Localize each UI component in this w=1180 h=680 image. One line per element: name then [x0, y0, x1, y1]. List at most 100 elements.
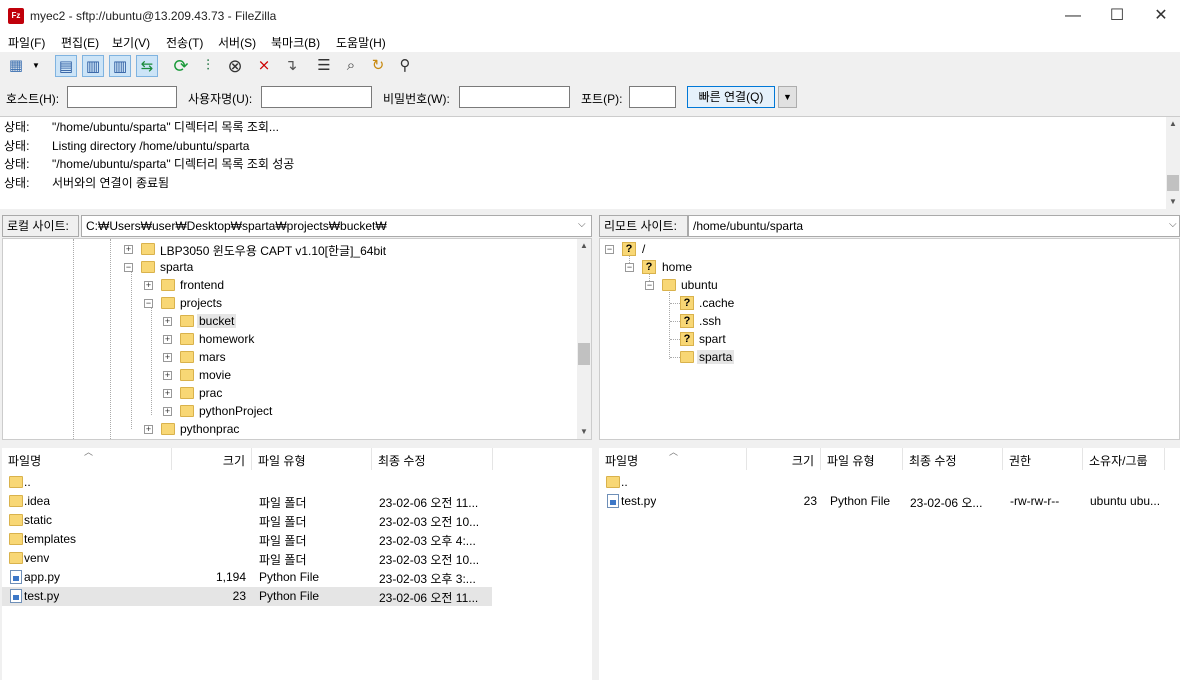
- dropdown-arrow-icon[interactable]: ▼: [30, 55, 42, 77]
- toggle-log-icon[interactable]: ▤: [55, 55, 77, 77]
- local-path-input[interactable]: C:₩Users₩user₩Desktop₩sparta₩projects₩bu…: [81, 215, 592, 237]
- column-header-size[interactable]: 크기: [172, 448, 252, 470]
- tree-item[interactable]: − sparta: [3, 258, 573, 276]
- password-input[interactable]: [459, 86, 570, 108]
- disconnect-icon[interactable]: ⨯: [253, 55, 275, 77]
- tree-item[interactable]: − ubuntu: [600, 276, 1160, 294]
- table-row[interactable]: venv 파일 폴더 23-02-03 오전 10...: [2, 549, 492, 568]
- tree-item[interactable]: + homework: [3, 330, 573, 348]
- reconnect-icon[interactable]: ↴: [280, 55, 302, 77]
- expand-icon[interactable]: +: [163, 407, 172, 416]
- unknown-folder-icon: ?: [642, 260, 656, 274]
- collapse-icon[interactable]: −: [144, 299, 153, 308]
- expand-icon[interactable]: +: [163, 371, 172, 380]
- cancel-icon[interactable]: ⊗: [224, 55, 246, 77]
- username-input[interactable]: [261, 86, 372, 108]
- collapse-icon[interactable]: −: [625, 263, 634, 272]
- column-header-modified[interactable]: 최종 수정: [372, 448, 493, 470]
- menu-server[interactable]: 서버(S): [218, 34, 256, 51]
- menu-transfer[interactable]: 전송(T): [166, 34, 203, 51]
- expand-icon[interactable]: +: [163, 317, 172, 326]
- tree-item[interactable]: + prac: [3, 384, 573, 402]
- refresh-icon[interactable]: ⟳: [170, 55, 192, 77]
- tree-item[interactable]: + LBP3050 윈도우용 CAPT v1.10[한글]_64bit: [3, 240, 573, 258]
- table-row[interactable]: app.py 1,194 Python File 23-02-03 오후 3:.…: [2, 568, 492, 587]
- column-header-permissions[interactable]: 권한: [1003, 448, 1083, 470]
- folder-icon: [662, 279, 676, 291]
- menu-file[interactable]: 파일(F): [8, 34, 45, 51]
- chevron-down-icon[interactable]: ⌵: [578, 219, 586, 230]
- menu-help[interactable]: 도움말(H): [336, 34, 386, 51]
- table-row[interactable]: ..: [2, 473, 492, 492]
- column-header-owner[interactable]: 소유자/그룹: [1083, 448, 1165, 470]
- scroll-thumb[interactable]: [578, 343, 590, 365]
- table-row[interactable]: .idea 파일 폴더 23-02-06 오전 11...: [2, 492, 492, 511]
- scroll-up-icon[interactable]: ▲: [1166, 117, 1180, 131]
- table-row[interactable]: templates 파일 폴더 23-02-03 오후 4:...: [2, 530, 492, 549]
- minimize-button[interactable]: —: [1050, 0, 1096, 32]
- menu-bookmarks[interactable]: 북마크(B): [271, 34, 320, 51]
- tree-item[interactable]: + pythonprac: [3, 420, 573, 438]
- site-manager-icon[interactable]: ▦: [5, 55, 27, 77]
- toggle-dir-comparison-icon[interactable]: ⌕: [340, 55, 362, 77]
- toggle-remote-tree-icon[interactable]: ▥: [109, 55, 131, 77]
- expand-icon[interactable]: +: [163, 353, 172, 362]
- expand-icon[interactable]: +: [163, 335, 172, 344]
- tree-item[interactable]: ? .ssh: [600, 312, 1160, 330]
- tree-item[interactable]: + mars: [3, 348, 573, 366]
- local-tree-scrollbar[interactable]: ▲ ▼: [577, 239, 591, 439]
- host-input[interactable]: [67, 86, 177, 108]
- tree-item[interactable]: ? .cache: [600, 294, 1160, 312]
- directory-listing-filter-icon[interactable]: ☰: [313, 55, 335, 77]
- tree-item[interactable]: ? spart: [600, 330, 1160, 348]
- toggle-local-tree-icon[interactable]: ▥: [82, 55, 104, 77]
- folder-icon: [161, 423, 175, 435]
- quickconnect-history-button[interactable]: ▼: [778, 86, 797, 108]
- toggle-queue-icon[interactable]: ⇆: [136, 55, 158, 77]
- log-line: 상태: "/home/ubuntu/sparta" 디렉터리 목록 조회 성공: [4, 157, 295, 171]
- tree-item[interactable]: sparta: [600, 348, 1160, 366]
- tree-item[interactable]: + pythonProject: [3, 402, 573, 420]
- scroll-down-icon[interactable]: ▼: [1166, 195, 1180, 209]
- quickconnect-button[interactable]: 빠른 연결(Q): [687, 86, 775, 108]
- collapse-icon[interactable]: −: [645, 281, 654, 290]
- menu-edit[interactable]: 편집(E): [61, 34, 99, 51]
- column-header-type[interactable]: 파일 유형: [821, 448, 903, 470]
- remote-path-input[interactable]: /home/ubuntu/sparta: [688, 215, 1180, 237]
- tree-item[interactable]: − ? /: [600, 240, 1160, 258]
- log-line: 상태: 서버와의 연결이 종료됨: [4, 176, 170, 190]
- tree-item[interactable]: + movie: [3, 366, 573, 384]
- tree-item[interactable]: − projects: [3, 294, 573, 312]
- process-queue-icon[interactable]: ⫶: [197, 55, 219, 77]
- sync-browsing-icon[interactable]: ↻: [367, 55, 389, 77]
- scroll-down-icon[interactable]: ▼: [577, 425, 591, 439]
- table-row[interactable]: static 파일 폴더 23-02-03 오전 10...: [2, 511, 492, 530]
- horizontal-splitter[interactable]: [0, 440, 1180, 448]
- expand-icon[interactable]: +: [144, 425, 153, 434]
- tree-item[interactable]: + bucket: [3, 312, 573, 330]
- tree-item[interactable]: + frontend: [3, 276, 573, 294]
- expand-icon[interactable]: +: [144, 281, 153, 290]
- scroll-up-icon[interactable]: ▲: [577, 239, 591, 253]
- collapse-icon[interactable]: −: [124, 263, 133, 272]
- search-icon[interactable]: ⚲: [394, 55, 416, 77]
- maximize-button[interactable]: ☐: [1094, 0, 1140, 32]
- chevron-down-icon[interactable]: ⌵: [1169, 219, 1177, 230]
- expand-icon[interactable]: +: [163, 389, 172, 398]
- column-header-modified[interactable]: 최종 수정: [903, 448, 1003, 470]
- menu-view[interactable]: 보기(V): [112, 34, 150, 51]
- log-line: 상태: Listing directory /home/ubuntu/sparta: [4, 139, 250, 153]
- close-button[interactable]: ✕: [1138, 0, 1180, 32]
- table-row[interactable]: ..: [599, 473, 1169, 492]
- scroll-thumb[interactable]: [1167, 175, 1179, 191]
- expand-icon[interactable]: +: [124, 245, 133, 254]
- log-scrollbar[interactable]: ▲ ▼: [1166, 117, 1180, 210]
- column-header-type[interactable]: 파일 유형: [252, 448, 372, 470]
- port-input[interactable]: [629, 86, 676, 108]
- column-header-size[interactable]: 크기: [747, 448, 821, 470]
- table-row[interactable]: test.py 23 Python File 23-02-06 오... -rw…: [599, 492, 1169, 511]
- collapse-icon[interactable]: −: [605, 245, 614, 254]
- tree-item[interactable]: − ? home: [600, 258, 1160, 276]
- folder-icon: [161, 279, 175, 291]
- table-row[interactable]: test.py 23 Python File 23-02-06 오전 11...: [2, 587, 492, 606]
